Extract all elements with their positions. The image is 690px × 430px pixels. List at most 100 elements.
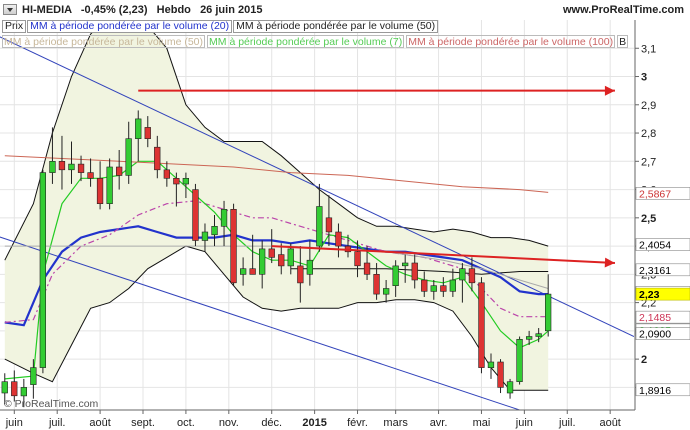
y-tick-label: 2,5 [641,213,656,225]
price-label: 2,3161 [639,265,671,277]
legend-item-vwma-50[interactable]: MM à période pondérée par le volume (50) [233,20,439,33]
candle-body [459,268,466,281]
candle-body [287,248,294,267]
candle-body [258,248,266,275]
candle-body [49,161,56,173]
watermark: © ProRealTime.com [4,398,99,410]
legend-item-b[interactable]: B [617,35,629,48]
price-label: 2,1485 [639,312,671,324]
legend-item-vwma-100[interactable]: MM à période pondérée par le volume (100… [406,35,616,48]
x-tick-label: juil. [48,417,66,429]
x-tick-label: juil. [558,417,576,429]
x-tick-label: juin [515,417,533,429]
candle-body [230,209,237,284]
candle-body [116,166,123,176]
candle-body [478,282,485,368]
candle-body [401,262,409,267]
x-tick-label: mars [383,417,408,429]
candle-body [516,338,523,382]
x-tick-label: oct. [177,417,195,429]
x-tick-label: 2015 [302,417,326,429]
candle-body [421,279,428,292]
candle-body [77,163,85,173]
candle-body [249,268,256,275]
price-label: 2,23 [639,289,660,301]
candle-body [316,206,323,247]
legend-item-vwma-7[interactable]: MM à période pondérée par le volume (7) [207,35,405,48]
candle-body [392,265,399,286]
candle-body [297,265,304,284]
candle-body [335,231,342,247]
candle-body [506,381,514,394]
candle-body [382,288,390,295]
legend-item-price[interactable]: Prix [2,20,27,33]
candle-body [354,251,361,267]
candle-body [68,163,75,171]
y-tick-label: 2,7 [641,156,656,168]
chart-window: 1,922,12,22,32,42,52,62,72,82,933,12,586… [0,0,690,430]
candle-body [440,285,447,292]
x-tick-label: nov. [219,417,239,429]
x-tick-label: févr. [347,417,368,429]
candle-body [373,273,380,295]
chart-header: HI-MEDIA -0,45% (2,23) Hebdo 26 juin 201… [0,0,690,20]
x-tick-label: déc. [261,417,282,429]
x-tick-label: juin [5,417,23,429]
candle-body [173,178,180,185]
y-tick-label: 3,1 [641,43,656,55]
candle-body [87,172,94,179]
candle-body [20,387,27,397]
candle-body [544,293,552,332]
candle-body [144,127,151,140]
candle-body [525,336,533,340]
candle-body [125,138,132,176]
candle-body [468,268,476,284]
dropdown-icon[interactable] [3,4,17,15]
legend-item-vwma-50-b[interactable]: MM à période pondérée par le volume (50) [2,35,206,48]
candle-body [163,169,170,179]
candle-body [135,118,142,140]
x-tick-label: août [599,417,620,429]
candle-body [1,381,8,394]
y-tick-label: 2 [641,354,647,366]
candle-body [154,146,161,171]
candle-body [306,259,313,275]
y-tick-label: 2,9 [641,100,656,112]
price-label: 2,4054 [639,240,671,252]
x-tick-label: sept. [131,417,155,429]
candle-body [58,161,66,171]
price-label: 1,8916 [639,385,671,397]
legend-row-2: MM à période pondérée par le volume (50)… [2,35,630,48]
price-label: 2,0900 [639,329,671,341]
legend-row-1: Prix MM à période pondérée par le volume… [2,20,439,33]
candle-body [363,262,371,275]
candle-body [211,226,218,236]
x-tick-label: mai [473,417,491,429]
candle-body [220,209,228,227]
x-tick-label: avr. [430,417,448,429]
candle-body [96,178,104,205]
candle-body [268,248,275,258]
candle-body [30,367,37,385]
y-tick-label: 3 [641,72,647,84]
price-label: 2,5867 [639,188,671,200]
chart-title: HI-MEDIA -0,45% (2,23) Hebdo 26 juin 201… [22,4,263,16]
x-tick-label: août [89,417,110,429]
price-chart[interactable]: 1,922,12,22,32,42,52,62,72,82,933,12,586… [0,0,690,430]
candle-body [201,231,209,241]
legend-item-vwma-20[interactable]: MM à période pondérée par le volume (20) [27,20,233,33]
candle-body [39,172,46,368]
site-url[interactable]: www.ProRealTime.com [563,4,684,16]
candle-body [278,254,285,267]
candle-body [240,268,247,275]
candle-body [487,361,495,368]
candle-body [192,189,199,241]
candle-body [449,279,456,292]
candle-body [430,285,437,292]
candle-body [11,381,18,397]
y-tick-label: 2,8 [641,128,656,140]
candle-body [535,333,542,337]
candle-body [182,178,189,185]
candle-body [411,262,418,281]
candle-body [325,217,333,233]
